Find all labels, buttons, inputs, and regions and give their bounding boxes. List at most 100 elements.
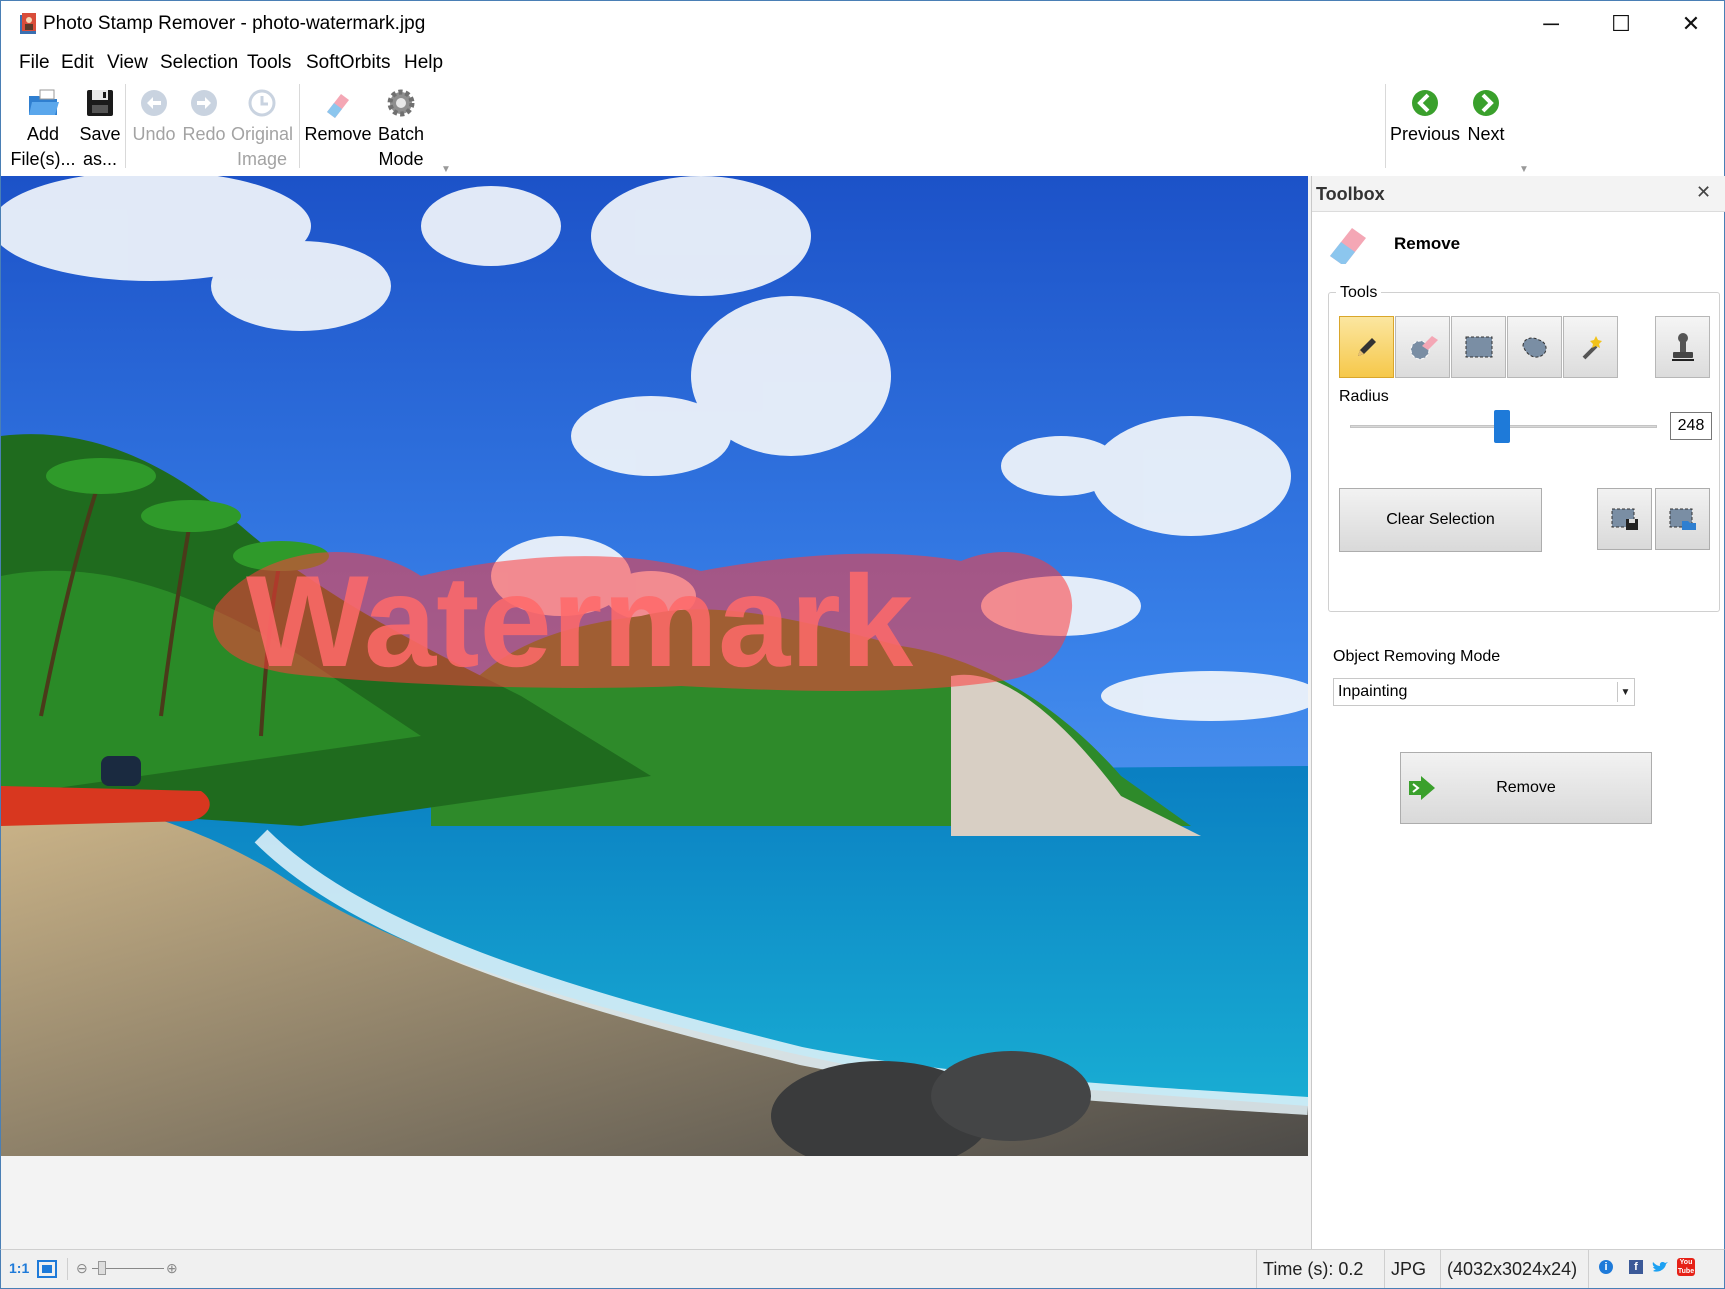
add-files-label-1: Add	[26, 124, 60, 144]
remove-button-label: Remove	[1496, 779, 1556, 796]
object-removing-mode-select[interactable]: Inpainting	[1333, 678, 1635, 706]
arrow-right-icon	[1473, 90, 1499, 116]
batch-mode-label-1: Batch	[377, 124, 425, 144]
photo-canvas[interactable]: Watermark	[1, 176, 1308, 1156]
menu-softorbits[interactable]: SoftOrbits	[306, 52, 390, 74]
toolbar: Add File(s)... Save as... Undo Redo Orig…	[0, 80, 1725, 176]
toolbar-separator	[125, 84, 126, 168]
undo-icon	[141, 90, 167, 116]
zoom-out-icon[interactable]: ⊖	[76, 1260, 88, 1277]
previous-label: Previous	[1389, 124, 1461, 144]
minimize-button[interactable]: ─	[1516, 1, 1586, 47]
close-button[interactable]: ✕	[1656, 1, 1725, 47]
menu-help[interactable]: Help	[404, 52, 443, 74]
redo-icon	[191, 90, 217, 116]
toolbox-close-icon[interactable]: ✕	[1696, 182, 1711, 203]
undo-label: Undo	[132, 124, 176, 144]
zoom-slider-thumb[interactable]	[98, 1261, 106, 1275]
maximize-icon: ☐	[1611, 11, 1631, 36]
save-as-label-2: as...	[82, 149, 117, 169]
zoom-actual-size-button[interactable]: 1:1	[9, 1260, 29, 1276]
next-label: Next	[1467, 124, 1505, 144]
stamp-tool-button[interactable]	[1655, 316, 1710, 378]
pencil-icon	[1357, 338, 1376, 356]
maximize-button[interactable]: ☐	[1586, 1, 1656, 47]
original-image-label-2: Image	[236, 149, 288, 169]
eraser-icon	[1410, 336, 1438, 360]
clear-selection-button[interactable]: Clear Selection	[1339, 488, 1542, 552]
lasso-icon	[1521, 337, 1546, 358]
radius-slider-thumb[interactable]	[1494, 410, 1511, 443]
object-removing-mode-label: Object Removing Mode	[1333, 648, 1501, 665]
toolbar-separator	[1385, 84, 1386, 168]
zoom-slider[interactable]: ⊖ ⊕	[67, 1258, 183, 1280]
rectangle-select-icon	[1465, 336, 1492, 358]
twitter-icon[interactable]	[1652, 1261, 1668, 1274]
tools-group-label: Tools	[1336, 284, 1382, 302]
toolbox-panel: Toolbox ✕ Remove Tools Radius 248 Clear …	[1311, 176, 1725, 1249]
remove-button[interactable]: Remove	[1400, 752, 1652, 824]
toolbar-overflow-icon[interactable]: ▼	[441, 164, 451, 175]
arrow-left-icon	[1412, 90, 1438, 116]
zoom-in-icon[interactable]: ⊕	[166, 1260, 178, 1277]
redo-button[interactable]: Redo	[179, 82, 229, 172]
title-bar: Photo Stamp Remover - photo-watermark.jp…	[0, 0, 1725, 46]
save-selection-button[interactable]	[1597, 488, 1652, 550]
chevron-down-icon[interactable]: ▼	[1617, 682, 1633, 702]
original-image-label-1: Original	[230, 124, 294, 144]
fit-to-window-icon[interactable]	[37, 1260, 57, 1278]
save-selection-icon	[1611, 508, 1638, 530]
add-files-button[interactable]: Add File(s)...	[9, 82, 77, 172]
pencil-tool-button[interactable]	[1339, 316, 1394, 378]
menu-tools[interactable]: Tools	[247, 52, 291, 74]
watermark-text: Watermark	[246, 548, 914, 694]
open-folder-icon	[29, 89, 59, 115]
menu-bar: File Edit View Selection Tools SoftOrbit…	[0, 46, 1725, 80]
app-icon	[20, 13, 36, 34]
minimize-icon: ─	[1543, 11, 1559, 36]
info-icon[interactable]: i	[1599, 1260, 1613, 1274]
magic-wand-icon	[1582, 336, 1602, 360]
menu-edit[interactable]: Edit	[61, 52, 94, 74]
menu-view[interactable]: View	[107, 52, 148, 74]
toolbox-header: Toolbox ✕	[1312, 176, 1725, 212]
add-files-label-2: File(s)...	[10, 149, 76, 169]
load-selection-button[interactable]	[1655, 488, 1710, 550]
window-title: Photo Stamp Remover - photo-watermark.jp…	[43, 13, 426, 34]
lasso-tool-button[interactable]	[1507, 316, 1562, 378]
history-clock-icon	[248, 89, 276, 117]
magic-wand-tool-button[interactable]	[1563, 316, 1618, 378]
remove-toolbar-button[interactable]: Remove	[303, 82, 373, 172]
image-dimensions: (4032x3024x24)	[1440, 1250, 1588, 1288]
remove-toolbar-label: Remove	[304, 124, 372, 144]
image-format: JPG	[1384, 1250, 1440, 1288]
radius-label: Radius	[1339, 388, 1389, 405]
batch-mode-button[interactable]: Batch Mode	[373, 82, 429, 172]
youtube-icon[interactable]: You Tube	[1677, 1258, 1695, 1276]
batch-mode-label-2: Mode	[378, 149, 424, 169]
stamp-icon	[1671, 333, 1694, 361]
menu-selection[interactable]: Selection	[160, 52, 238, 74]
status-bar: 1:1 ⊖ ⊕ Time (s): 0.2 JPG (4032x3024x24)…	[0, 1249, 1725, 1289]
radius-value-input[interactable]: 248	[1670, 412, 1712, 440]
eraser-icon	[1330, 228, 1366, 264]
clear-selection-label: Clear Selection	[1386, 511, 1495, 528]
section-title: Remove	[1394, 234, 1461, 253]
facebook-icon[interactable]: f	[1629, 1260, 1643, 1274]
previous-button[interactable]: Previous	[1389, 82, 1461, 172]
close-icon: ✕	[1681, 11, 1701, 36]
processing-time: Time (s): 0.2	[1256, 1250, 1384, 1288]
menu-file[interactable]: File	[19, 52, 50, 74]
next-button[interactable]: Next	[1461, 82, 1511, 172]
save-as-button[interactable]: Save as...	[79, 82, 121, 172]
undo-button[interactable]: Undo	[129, 82, 179, 172]
redo-label: Redo	[182, 124, 226, 144]
rectangle-select-tool-button[interactable]	[1451, 316, 1506, 378]
original-image-button[interactable]: Original Image	[229, 82, 295, 172]
beach-photo: Watermark	[1, 176, 1308, 1156]
social-links: i f You Tube	[1588, 1250, 1724, 1288]
save-icon	[87, 90, 113, 116]
eraser-icon	[327, 94, 349, 118]
eraser-tool-button[interactable]	[1395, 316, 1450, 378]
toolbar-overflow-icon[interactable]: ▼	[1519, 164, 1529, 175]
